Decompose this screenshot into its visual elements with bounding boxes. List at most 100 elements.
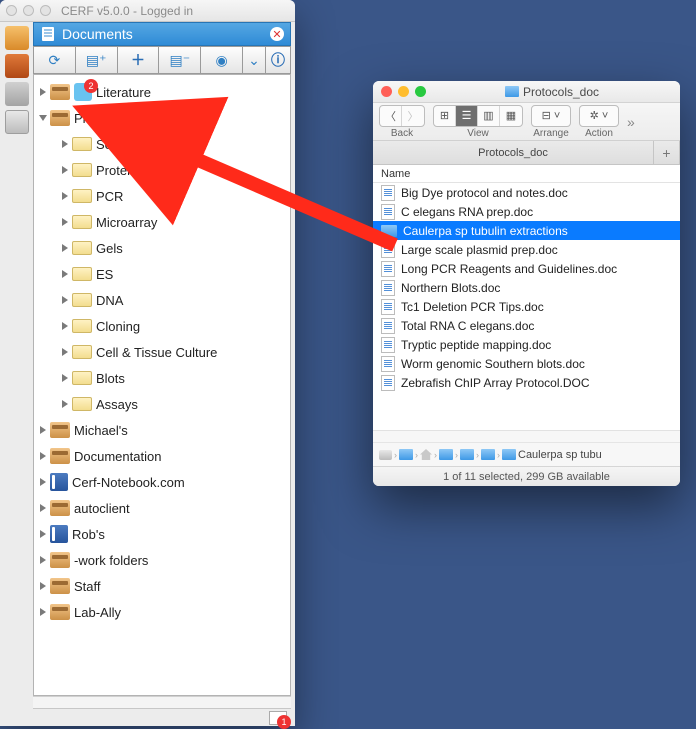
tree-item-rob-s[interactable]: Rob's <box>36 521 288 547</box>
cerf-left-sidebar <box>0 22 33 726</box>
close-panel-button[interactable]: ✕ <box>270 27 284 41</box>
file-list[interactable]: Big Dye protocol and notes.docC elegans … <box>373 183 680 430</box>
file-row[interactable]: Big Dye protocol and notes.doc <box>373 183 680 202</box>
tree-item-cloning[interactable]: Cloning <box>36 313 288 339</box>
disclosure-icon[interactable] <box>40 426 46 434</box>
minimize-window-button[interactable] <box>23 5 34 16</box>
icon-view-button[interactable]: ⊞ <box>434 106 456 126</box>
back-button[interactable]: 〈 <box>380 106 402 126</box>
remove-doc-button[interactable]: ▤⁻ <box>158 46 201 74</box>
status-doc-icon[interactable]: 1 <box>269 711 287 725</box>
disclosure-icon[interactable] <box>40 504 46 512</box>
tree-item-gels[interactable]: Gels <box>36 235 288 261</box>
cerf-titlebar[interactable]: CERF v5.0.0 - Logged in <box>0 0 295 22</box>
disclosure-icon[interactable] <box>40 478 46 486</box>
disclosure-icon[interactable] <box>40 88 46 96</box>
file-row[interactable]: Caulerpa sp tubulin extractions <box>373 221 680 240</box>
tree-scrollbar[interactable] <box>33 696 291 708</box>
tree-item--work-folders[interactable]: -work folders <box>36 547 288 573</box>
info-button[interactable]: ⓘ <box>265 46 291 74</box>
disclosure-icon[interactable] <box>40 582 46 590</box>
disclosure-icon[interactable] <box>40 530 46 538</box>
tree-item-autoclient[interactable]: autoclient <box>36 495 288 521</box>
new-tab-button[interactable]: + <box>654 141 680 164</box>
tab-protocols[interactable]: Protocols_doc <box>373 141 654 164</box>
file-row[interactable]: Total RNA C elegans.doc <box>373 316 680 335</box>
tree-item-microarray[interactable]: Microarray <box>36 209 288 235</box>
tree-item-literature[interactable]: 2Literature <box>36 79 288 105</box>
tree-item-staff[interactable]: Staff <box>36 573 288 599</box>
path-home[interactable] <box>420 449 432 460</box>
file-row[interactable]: Northern Blots.doc <box>373 278 680 297</box>
tree-item-lab-ally[interactable]: Lab-Ally <box>36 599 288 625</box>
path-folder-3[interactable] <box>460 449 474 460</box>
column-header[interactable]: Name <box>373 165 680 183</box>
tree-item-sequencing[interactable]: Sequencing <box>36 131 288 157</box>
tree-item-assays[interactable]: Assays <box>36 391 288 417</box>
zoom-window-button[interactable] <box>415 86 426 97</box>
arrange-button[interactable]: ⊟ ˅ <box>532 106 570 126</box>
disclosure-icon[interactable] <box>62 348 68 356</box>
action-button[interactable]: ✲ ˅ <box>580 106 618 126</box>
path-folder-1[interactable] <box>399 449 413 460</box>
tree-item-protein[interactable]: Protein <box>36 157 288 183</box>
disclosure-icon[interactable] <box>62 244 68 252</box>
action-label: Action <box>585 128 613 139</box>
zoom-window-button[interactable] <box>40 5 51 16</box>
list-view-button[interactable]: ☰ <box>456 106 478 126</box>
disclosure-icon[interactable] <box>39 115 47 121</box>
file-row[interactable]: Zebrafish ChIP Array Protocol.DOC <box>373 373 680 392</box>
disclosure-icon[interactable] <box>62 192 68 200</box>
add-doc-button[interactable]: ▤⁺ <box>75 46 118 74</box>
tree-item-cell-tissue-culture[interactable]: Cell & Tissue Culture <box>36 339 288 365</box>
disclosure-icon[interactable] <box>62 166 68 174</box>
path-disk[interactable] <box>379 450 392 460</box>
tree-item-pcr[interactable]: PCR <box>36 183 288 209</box>
arrange-label: Arrange <box>533 128 569 139</box>
add-button[interactable]: ＋ <box>117 46 160 74</box>
close-window-button[interactable] <box>6 5 17 16</box>
sidebar-icon-2[interactable] <box>5 54 29 78</box>
disclosure-icon[interactable] <box>62 374 68 382</box>
file-row[interactable]: Tryptic peptide mapping.doc <box>373 335 680 354</box>
tree-item-blots[interactable]: Blots <box>36 365 288 391</box>
disclosure-icon[interactable] <box>40 608 46 616</box>
forward-button[interactable]: 〉 <box>402 106 424 126</box>
close-window-button[interactable] <box>381 86 392 97</box>
path-folder-4[interactable] <box>481 449 495 460</box>
file-row[interactable]: C elegans RNA prep.doc <box>373 202 680 221</box>
tree-item-documentation[interactable]: Documentation <box>36 443 288 469</box>
column-view-button[interactable]: ▥ <box>478 106 500 126</box>
path-current[interactable]: Caulerpa sp tubu <box>502 449 602 461</box>
disclosure-icon[interactable] <box>62 270 68 278</box>
tree-item-cerf-notebook-com[interactable]: Cerf-Notebook.com <box>36 469 288 495</box>
toolbar-overflow-button[interactable]: » <box>627 114 635 130</box>
disclosure-icon[interactable] <box>62 218 68 226</box>
path-folder-2[interactable] <box>439 449 453 460</box>
view-button[interactable]: ◉ <box>200 46 243 74</box>
tree-item-michael-s[interactable]: Michael's <box>36 417 288 443</box>
disclosure-icon[interactable] <box>62 140 68 148</box>
file-scrollbar[interactable] <box>373 430 680 442</box>
expand-button[interactable]: ⌄ <box>242 46 266 74</box>
file-row[interactable]: Tc1 Deletion PCR Tips.doc <box>373 297 680 316</box>
gallery-view-button[interactable]: ▦ <box>500 106 522 126</box>
tree-item-protocols[interactable]: Protocols <box>36 105 288 131</box>
finder-titlebar[interactable]: Protocols_doc <box>373 81 680 103</box>
file-row[interactable]: Worm genomic Southern blots.doc <box>373 354 680 373</box>
disclosure-icon[interactable] <box>40 556 46 564</box>
sidebar-icon-4[interactable] <box>5 110 29 134</box>
file-row[interactable]: Large scale plasmid prep.doc <box>373 240 680 259</box>
sidebar-icon-1[interactable] <box>5 26 29 50</box>
tree-item-dna[interactable]: DNA <box>36 287 288 313</box>
tree-item-es[interactable]: ES <box>36 261 288 287</box>
documents-tree[interactable]: 2LiteratureProtocolsSequencingProteinPCR… <box>33 74 291 696</box>
disclosure-icon[interactable] <box>62 322 68 330</box>
disclosure-icon[interactable] <box>62 400 68 408</box>
refresh-button[interactable]: ⟳ <box>33 46 76 74</box>
sidebar-icon-3[interactable] <box>5 82 29 106</box>
disclosure-icon[interactable] <box>62 296 68 304</box>
disclosure-icon[interactable] <box>40 452 46 460</box>
file-row[interactable]: Long PCR Reagents and Guidelines.doc <box>373 259 680 278</box>
minimize-window-button[interactable] <box>398 86 409 97</box>
